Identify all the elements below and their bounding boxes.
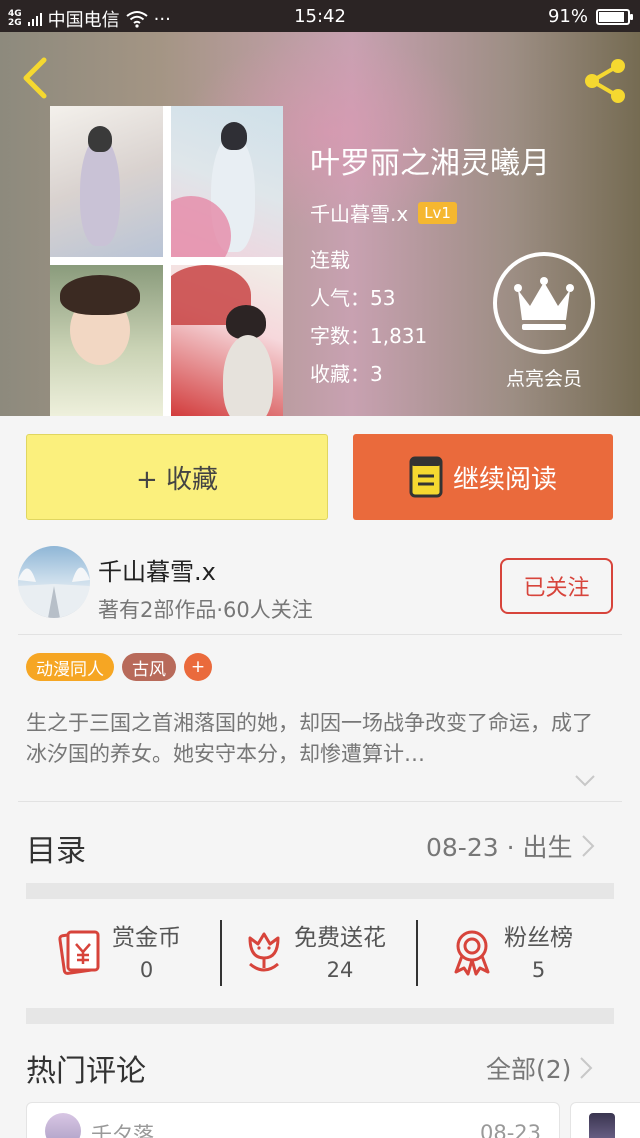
add-tag-button[interactable]: +: [184, 653, 212, 681]
continue-reading-button[interactable]: 继续阅读: [353, 434, 613, 520]
follow-button[interactable]: 已关注: [500, 558, 613, 614]
level-badge: Lv1: [418, 201, 457, 224]
all-comments-label: 全部(2): [486, 1055, 572, 1084]
book-word-count: 字数：1,831: [310, 324, 428, 348]
chevron-down-icon[interactable]: [574, 774, 596, 788]
award-ribbon-icon: [454, 930, 490, 976]
cover-panel: [170, 106, 283, 257]
chevron-right-icon: [581, 835, 594, 857]
comment-avatar[interactable]: [45, 1113, 81, 1138]
author-meta: 著有2部作品·60人关注: [98, 598, 313, 622]
book-title: 叶罗丽之湘灵曦月: [310, 146, 550, 181]
follow-button-label: 已关注: [523, 576, 590, 601]
fan-ranking-button[interactable]: 粉丝榜 5: [450, 918, 573, 986]
catalog-latest-chapter: 08-23 · 出生: [426, 833, 573, 862]
tag-ancient-style[interactable]: 古风: [122, 653, 176, 681]
red-envelope-icon: [58, 930, 100, 975]
back-arrow-icon[interactable]: [18, 56, 52, 100]
tag-list: 动漫同人 古风 +: [26, 653, 212, 681]
reward-coins-label: 赏金币: [112, 925, 181, 951]
all-comments-link[interactable]: 全部(2): [486, 1050, 593, 1086]
catalog-latest-link[interactable]: 08-23 · 出生: [426, 828, 595, 864]
cover-panel: [170, 265, 283, 416]
continue-reading-label: 继续阅读: [452, 464, 557, 495]
fan-ranking-label: 粉丝榜: [504, 925, 573, 951]
catalog-title[interactable]: 目录: [26, 826, 86, 870]
fan-ranking-value: 5: [531, 958, 546, 982]
hot-comments-title: 热门评论: [26, 1054, 146, 1089]
divider: [416, 920, 418, 986]
battery-percent: 91%: [547, 6, 588, 27]
tag-anime-fanfic[interactable]: 动漫同人: [26, 653, 114, 681]
book-author-line: 千山暮雪.x Lv1: [310, 198, 457, 227]
crown-icon: [514, 277, 574, 330]
free-flower-value: 24: [326, 958, 354, 982]
comment-avatar[interactable]: [589, 1113, 615, 1138]
book-favorites: 收藏：3: [310, 362, 383, 386]
book-popularity: 人气：53: [310, 286, 396, 310]
comment-date: 08-23: [479, 1121, 541, 1138]
author-name[interactable]: 千山暮雪.x: [98, 552, 216, 587]
share-icon[interactable]: [580, 56, 630, 106]
clock: 15:42: [294, 6, 346, 27]
divider: [220, 920, 222, 986]
book-icon: [409, 456, 443, 498]
book-cover[interactable]: [50, 106, 283, 416]
book-status: 连载: [310, 248, 350, 272]
free-flower-label: 免费送花: [294, 925, 386, 951]
comment-card[interactable]: 千夕落 08-23: [26, 1102, 560, 1138]
battery-fill: [599, 11, 625, 22]
vip-label[interactable]: 点亮会员: [482, 364, 606, 391]
collect-button-label: + 收藏: [135, 464, 219, 495]
divider: [18, 801, 622, 802]
divider: [18, 634, 622, 635]
cover-panel: [50, 265, 163, 416]
status-bar: 4G 2G 中国电信 ··· 15:42 91%: [0, 0, 640, 32]
book-author[interactable]: 千山暮雪.x: [310, 198, 408, 227]
book-synopsis[interactable]: 生之于三国之首湘落国的她，却因一场战争改变了命运，成了冰汐国的养女。她安守本分，…: [26, 708, 606, 770]
reward-coins-value: 0: [139, 958, 154, 982]
collect-button[interactable]: + 收藏: [26, 434, 328, 520]
comment-user[interactable]: 千夕落: [91, 1119, 154, 1138]
free-flower-button[interactable]: 免费送花 24: [244, 918, 386, 986]
flower-icon: [248, 932, 280, 972]
battery-icon: [596, 8, 633, 25]
comment-card[interactable]: [570, 1102, 640, 1138]
cover-panel: [50, 106, 163, 257]
section-separator: [26, 1008, 614, 1024]
author-avatar[interactable]: [18, 546, 90, 618]
book-header: 叶罗丽之湘灵曦月 千山暮雪.x Lv1 连载 人气：53 字数：1,831 收藏…: [0, 32, 640, 416]
section-separator: [26, 883, 614, 899]
avatar-image: [18, 567, 90, 618]
chevron-right-icon: [580, 1057, 593, 1079]
reward-coins-button[interactable]: 赏金币 0: [56, 918, 181, 986]
vip-button[interactable]: [493, 252, 595, 354]
